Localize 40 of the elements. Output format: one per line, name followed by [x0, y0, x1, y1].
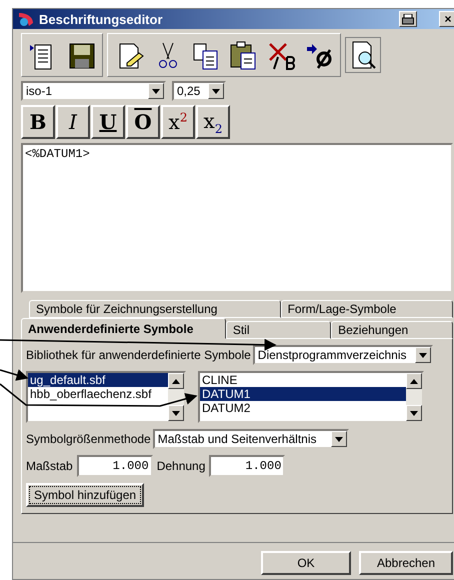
format-button[interactable]: U	[91, 105, 125, 139]
tab[interactable]: Beziehungen	[331, 321, 453, 339]
tab[interactable]: Anwenderdefinierte Symbole	[21, 318, 226, 339]
preview-button[interactable]	[345, 37, 381, 73]
list-item[interactable]: DATUM2	[200, 401, 406, 415]
library-dropdown[interactable]: Dienstprogrammverzeichnis	[252, 345, 433, 365]
close-button[interactable]: ×	[439, 11, 454, 27]
text-editor[interactable]: <%DATUM1>	[21, 143, 453, 293]
size-method-label: Symbolgrößenmethode	[26, 432, 151, 446]
scrollbar[interactable]	[168, 373, 184, 421]
app-logo-icon	[17, 11, 35, 27]
tab[interactable]: Form/Lage-Symbole	[280, 300, 453, 318]
list-item[interactable]: ug_default.sbf	[28, 373, 168, 387]
format-button[interactable]: I	[56, 105, 90, 139]
add-symbol-button[interactable]: Symbol hinzufügen	[26, 483, 144, 507]
file-list[interactable]: ug_default.sbf hbb_oberflaechenz.sbf	[26, 371, 186, 423]
scale-label: Maßstab	[26, 459, 73, 473]
format-button[interactable]: B	[21, 105, 55, 139]
format-button[interactable]: x$^{2}$	[161, 105, 195, 139]
list-item[interactable]: hbb_oberflaechenz.sbf	[28, 387, 168, 401]
scale-field[interactable]: 1.000	[76, 455, 153, 477]
annotation-arrow	[0, 369, 28, 381]
size-method-dropdown[interactable]: Maßstab und Seitenverhältnis	[152, 429, 349, 449]
window-title: Beschriftungseditor	[39, 12, 164, 26]
print-button[interactable]	[399, 11, 417, 27]
list-item[interactable]: CLINE	[200, 373, 406, 387]
stretch-field[interactable]: 1.000	[209, 455, 286, 477]
cancel-button[interactable]: Abbrechen	[359, 551, 453, 575]
format-button[interactable]: O	[126, 105, 160, 139]
symbol-list[interactable]: CLINE DATUM1 DATUM2	[198, 371, 424, 423]
format-button[interactable]: x$_{2}$	[196, 105, 230, 139]
scrollbar[interactable]	[406, 373, 422, 421]
tab[interactable]: Symbole für Zeichnungserstellung	[29, 300, 281, 318]
library-label: Bibliothek für anwenderdefinierte Symbole	[26, 348, 251, 362]
list-item[interactable]: DATUM1	[200, 387, 406, 401]
tab[interactable]: Stil	[226, 321, 332, 339]
font-dropdown[interactable]: iso-1	[21, 81, 166, 101]
width-dropdown[interactable]: 0,25	[172, 81, 226, 101]
stretch-label: Dehnung	[156, 459, 206, 473]
ok-button[interactable]: OK	[261, 551, 351, 575]
